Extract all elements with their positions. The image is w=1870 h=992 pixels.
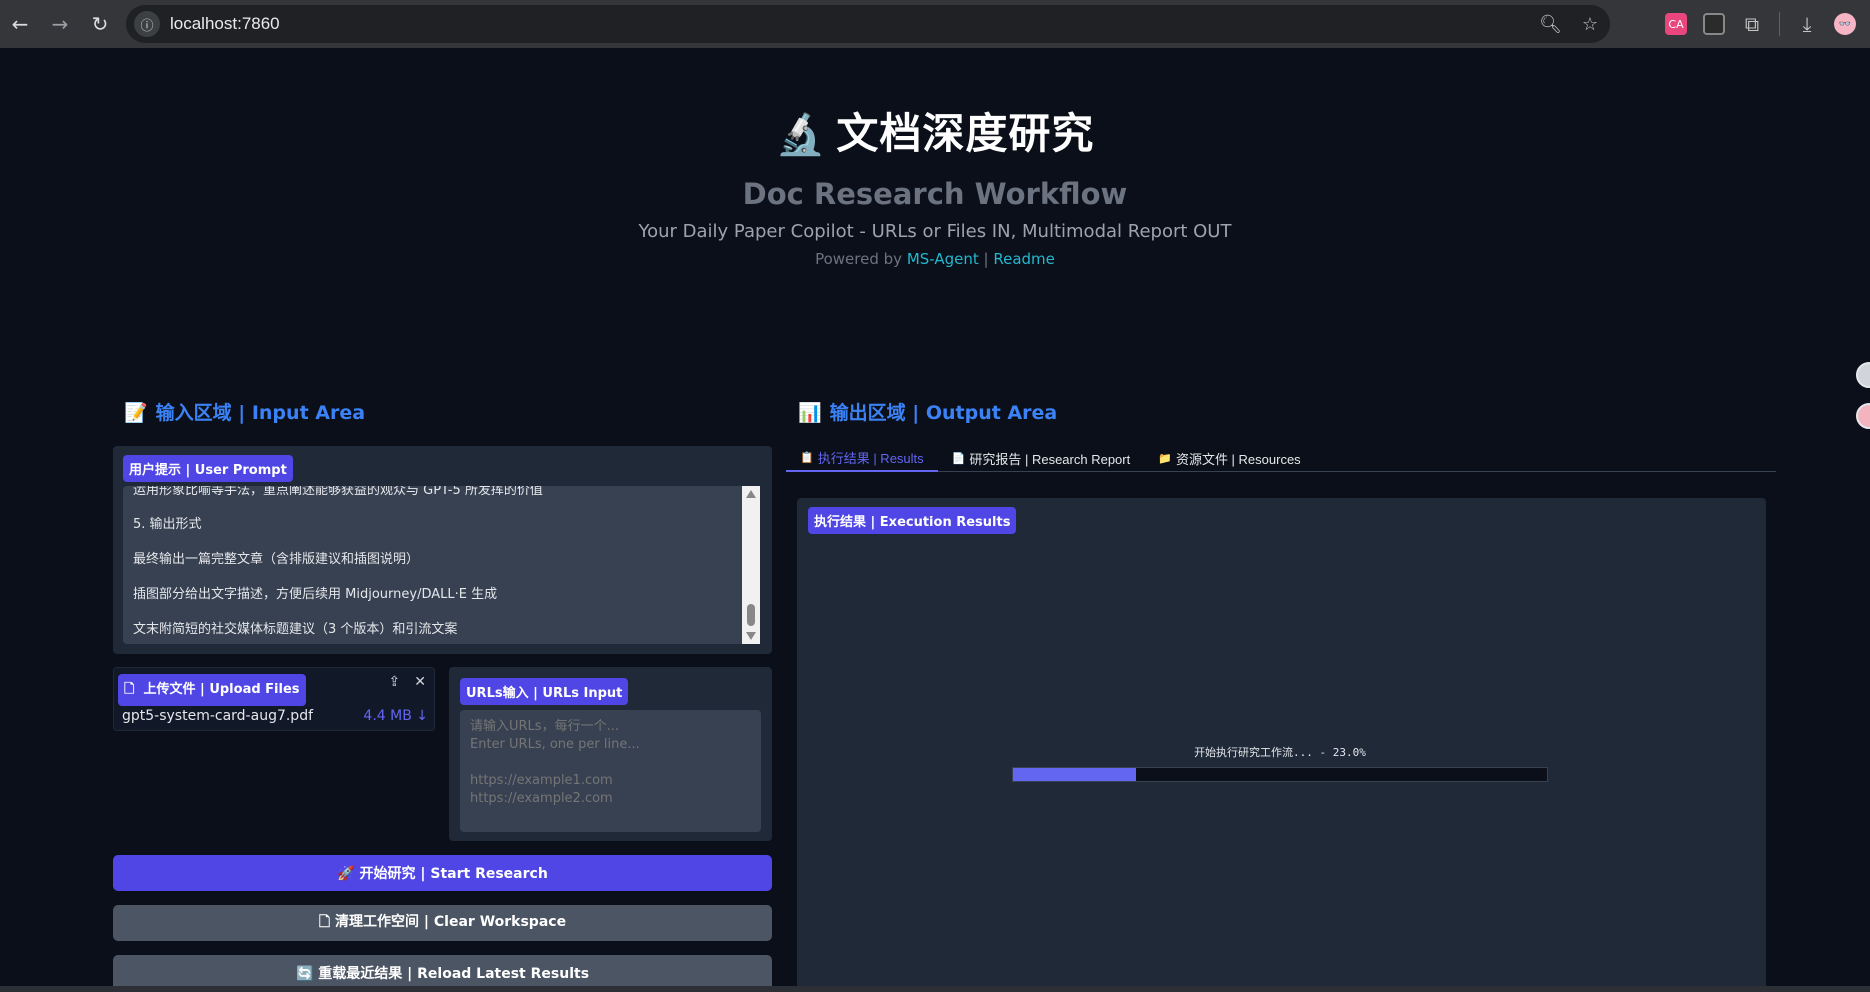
prompt-line: 5. 输出形式 (133, 517, 202, 532)
powered-sep: | (978, 250, 994, 268)
title-text: 文档深度研究 (836, 109, 1095, 158)
toolbar-divider (1779, 12, 1780, 36)
profile-avatar[interactable]: 👓 (1834, 13, 1856, 35)
execution-results-label: 执行结果 | Execution Results (808, 507, 1017, 534)
clipboard-icon: 📋 (800, 451, 814, 464)
bookmark-star-icon[interactable]: ☆ (1582, 14, 1598, 35)
upload-icon[interactable]: ⇪ (389, 674, 401, 690)
input-area-heading-text: 输入区域 | Input Area (155, 402, 366, 424)
progress-bar (1012, 767, 1548, 782)
clear-workspace-button[interactable]: 🗋 清理工作空间 | Clear Workspace (113, 905, 772, 941)
site-info-icon[interactable]: ⓘ (134, 11, 160, 37)
scroll-up-icon[interactable] (746, 490, 756, 498)
tab-label: 资源文件 | Resources (1175, 451, 1301, 467)
ms-agent-link[interactable]: MS-Agent (907, 250, 979, 268)
upload-files-label-text: 上传文件 | Upload Files (143, 682, 300, 697)
chart-icon: 📊 (798, 402, 822, 424)
folder-icon: 📁 (1158, 452, 1172, 465)
browser-toolbar: ← → ↻ ⓘ localhost:7860 🔍︎ ☆ CA ⧉ ⤓ 👓 (0, 0, 1870, 48)
prompt-line: 插图部分给出文字描述，方便后续用 Midjourney/DALL·E 生成 (133, 587, 498, 602)
user-prompt-label: 用户提示 | User Prompt (123, 455, 293, 482)
document-icon: 📄 (951, 452, 966, 465)
urls-input-label: URLs输入 | URLs Input (460, 678, 629, 705)
page-subtitle: Doc Research Workflow (742, 177, 1128, 211)
file-icon: 🗋 (124, 682, 135, 697)
bottom-strip (0, 986, 1870, 992)
readme-link[interactable]: Readme (993, 250, 1055, 268)
tab-label: 执行结果 | Results (817, 450, 924, 466)
output-tabs: 📋 执行结果 | Results 📄 研究报告 | Research Report … (786, 444, 1776, 472)
memo-icon: 📝 (124, 402, 148, 424)
uploaded-file-row[interactable]: gpt5-system-card-aug7.pdf 4.4 MB ↓ (122, 708, 428, 724)
close-icon[interactable]: ✕ (414, 674, 426, 690)
start-research-button[interactable]: 🚀 开始研究 | Start Research (113, 855, 772, 891)
scroll-thumb[interactable] (747, 604, 755, 626)
tab-resources[interactable]: 📁 资源文件 | Resources (1144, 444, 1314, 472)
url-text: localhost:7860 (170, 14, 280, 33)
input-area-heading: 📝 输入区域 | Input Area (124, 398, 365, 425)
microscope-icon: 🔬 (775, 112, 827, 158)
floating-side-button[interactable] (1856, 403, 1870, 429)
extensions-puzzle-icon[interactable]: ⧉ (1741, 12, 1763, 36)
reload-icon[interactable]: ↻ (80, 4, 120, 44)
floating-side-button[interactable] (1856, 362, 1870, 388)
progress-status-text: 开始执行研究工作流... - 23.0% (1194, 746, 1366, 759)
user-prompt-textarea[interactable]: 运用形象比喻等手法，重点阐述能够获益的观众与 GPT-5 所发挥的价值 5. 输… (123, 486, 760, 644)
page-tagline: Your Daily Paper Copilot - URLs or Files… (638, 221, 1232, 242)
prompt-line: 运用形象比喻等手法，重点阐述能够获益的观众与 GPT-5 所发挥的价值 (133, 486, 543, 498)
back-icon[interactable]: ← (0, 4, 40, 44)
download-icon[interactable]: ⤓ (1796, 12, 1818, 36)
forward-icon[interactable]: → (40, 4, 80, 44)
powered-by: Powered by MS-Agent | Readme (0, 250, 1870, 268)
tab-label: 研究报告 | Research Report (969, 451, 1131, 467)
prompt-line: 文末附简短的社交媒体标题建议（3 个版本）和引流文案 (133, 622, 458, 637)
output-area-heading: 📊 输出区域 | Output Area (798, 398, 1057, 425)
grid-extension-icon[interactable] (1703, 13, 1725, 35)
page-header: 🔬 文档深度研究 Doc Research Workflow Your Daily… (0, 100, 1870, 268)
powered-prefix: Powered by (815, 250, 907, 268)
upload-files-panel[interactable]: 🗋 上传文件 | Upload Files ⇪ ✕ gpt5-system-ca… (113, 667, 435, 731)
scroll-down-icon[interactable] (746, 632, 756, 640)
upload-files-label: 🗋 上传文件 | Upload Files (118, 674, 306, 706)
tab-results[interactable]: 📋 执行结果 | Results (786, 444, 938, 472)
prompt-line: 最终输出一篇完整文章（含排版建议和插图说明） (133, 552, 420, 567)
page-title: 🔬 文档深度研究 (0, 100, 1870, 161)
tab-research-report[interactable]: 📄 研究报告 | Research Report (938, 444, 1145, 472)
urls-textarea[interactable] (460, 710, 761, 832)
output-area-heading-text: 输出区域 | Output Area (829, 402, 1058, 424)
file-name: gpt5-system-card-aug7.pdf (122, 708, 314, 724)
address-bar[interactable]: ⓘ localhost:7860 🔍︎ ☆ (126, 5, 1610, 43)
prompt-scrollbar[interactable] (742, 486, 760, 644)
progress-bar-fill (1013, 768, 1136, 781)
file-size-download[interactable]: 4.4 MB ↓ (363, 708, 428, 724)
translate-extension-icon[interactable]: CA (1665, 13, 1687, 35)
zoom-icon[interactable]: 🔍︎ (1539, 14, 1562, 35)
